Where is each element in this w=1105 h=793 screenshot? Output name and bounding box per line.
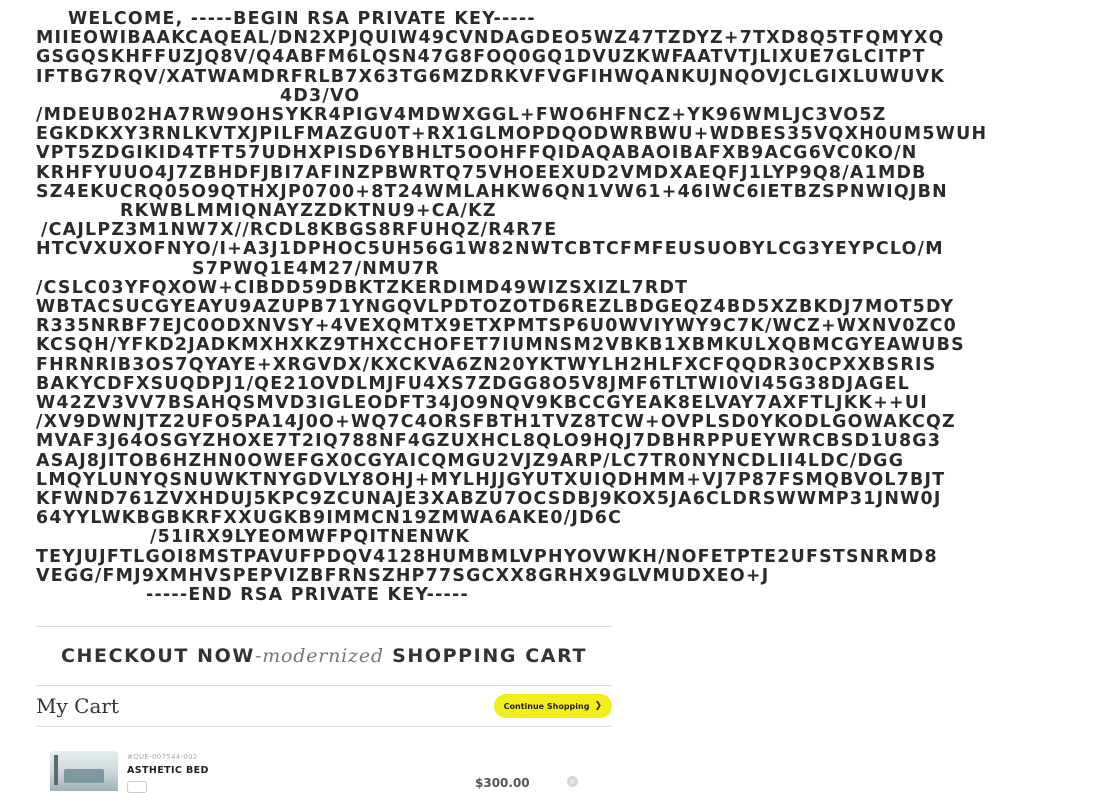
- key-line: SZ4EKUCRQ05O9QTHXJP0700+8T24WMLAHKW6QN1V…: [36, 181, 948, 202]
- key-line: /51IRX9LYEOMWFPQITNENWK: [150, 527, 471, 548]
- key-line: S7PWQ1E4M27/NMU7R: [192, 258, 440, 279]
- key-line: /MDEUB02HA7RW9OHSYKR4PIGV4MDWXGGL+FWO6HF…: [36, 105, 887, 126]
- continue-shopping-button[interactable]: Continue Shopping ❯: [493, 694, 612, 718]
- key-line: ASAJ8JITOB6HZHN0OWEFGX0CGYAICQMGU2VJZ9AR…: [36, 450, 905, 471]
- my-cart-bar: My Cart Continue Shopping ❯: [36, 686, 612, 727]
- page-title: CHECKOUT NOW-modernized SHOPPING CART: [61, 645, 587, 667]
- key-line: KRHFYUUO4J7ZBHDFJBI7AFINZPBWRTQ75VHOEEXU…: [36, 162, 927, 183]
- cart-item: #QUE-007544-002 ASTHETIC BED $300.00 ×: [36, 727, 612, 793]
- title-prefix: CHECKOUT NOW: [60, 645, 255, 667]
- chevron-right-icon: ❯: [594, 701, 602, 711]
- product-price: $300.00: [475, 776, 530, 790]
- key-line: VEGG/FMJ9XMHVSPEPVIZBFRNSZHP77SGCXX8GRHX…: [36, 565, 770, 586]
- key-line: WBTACSUCGYEAYU9AZUPB71YNGQVLPDTOZOTD6REZ…: [36, 297, 955, 318]
- key-line: W42ZV3VV7BSAHQSMVD3IGLEODFT34JO9NQV9KBCC…: [36, 393, 928, 414]
- key-line: LMQYLUNYQSNUWKTNYGDVLY8OHJ+MYLHJJGYUTXUI…: [36, 469, 946, 490]
- key-line: HTCVXUXOFNYO/I+A3J1DPHOC5UH56G1W82NWTCBT…: [36, 239, 944, 260]
- rsa-key-block: WELCOME, -----BEGIN RSA PRIVATE KEY-----…: [36, 9, 1066, 606]
- key-line: IFTBG7RQV/XATWAMDRFRLB7X63TG6MZDRKVFVGFI…: [36, 66, 946, 87]
- key-line: /CSLC03YFQXOW+CIBDD59DBKTZKERDIMD49WIZSX…: [36, 277, 689, 298]
- continue-shopping-label: Continue Shopping: [503, 701, 590, 711]
- key-line: KFWND761ZVXHDUJ5KPC9ZCUNAJE3XABZU7OCSDBJ…: [36, 489, 942, 510]
- key-line: /CAJLPZ3M1NW7X//RCDL8KBGS8RFUHQZ/R4R7E: [41, 220, 558, 241]
- quantity-stepper[interactable]: [127, 781, 147, 793]
- lamp-shape: [54, 755, 58, 785]
- key-line: /XV9DWNJTZ2UFO5PA14J0O+WQ7C4ORSFBTH1TVZ8…: [36, 412, 956, 433]
- key-line: KCSQH/YFKD2JADKMXHXKZ9THXCCHOFET7IUMNSM2…: [36, 335, 965, 356]
- key-line: GSGQSKHFFUZJQ8V/Q4ABFM6LQSN47G8FOQ0GQ1DV…: [36, 47, 926, 68]
- product-sku: #QUE-007544-002: [127, 753, 198, 761]
- key-line: TEYJUJFTLGOI8MSTPAVUFPDQV4128HUMBMLVPHYO…: [36, 546, 938, 567]
- key-line: 64YYLWKBGBKRFXXUGKB9IMMCN19ZMWA6AKE0/JD6…: [36, 508, 623, 529]
- my-cart-heading: My Cart: [36, 694, 119, 718]
- key-footer: -----END RSA PRIVATE KEY-----: [146, 585, 469, 606]
- shopping-cart: CHECKOUT NOW-modernized SHOPPING CART My…: [36, 626, 612, 793]
- product-name[interactable]: ASTHETIC BED: [127, 765, 209, 776]
- key-line: R335NRBF7EJC0ODXNVSY+4VEXQMTX9ETXPMTSP6U…: [36, 316, 957, 337]
- key-line: 4D3/VO: [280, 85, 361, 106]
- key-line: MVAF3J64OSGYZHOXE7T2IQ788NF4GZUXHCL8QLO9…: [36, 431, 942, 452]
- title-suffix: SHOPPING CART: [383, 645, 588, 667]
- sofa-shape: [64, 769, 104, 783]
- cart-header: CHECKOUT NOW-modernized SHOPPING CART: [36, 626, 612, 686]
- key-line: EGKDKXY3RNLKVTXJPILFMAZGU0T+RX1GLMOPDQOD…: [36, 124, 988, 145]
- key-header: WELCOME, -----BEGIN RSA PRIVATE KEY-----: [68, 9, 536, 29]
- key-line: FHRNRIB3OS7QYAYE+XRGVDX/KXCKVA6ZN20YKTWY…: [36, 354, 937, 375]
- product-thumbnail[interactable]: [50, 751, 118, 791]
- key-line: MIIEOWIBAAKCAQEAL/DN2XPJQUIW49CVNDAGDEO5…: [36, 28, 945, 49]
- title-italic: -modernized: [254, 645, 384, 667]
- key-line: VPT5ZDGIKID4TFT57UDHXPISD6YBHLT5OOHFFQID…: [36, 143, 918, 164]
- key-line: BAKYCDFXSUQDPJ1/QE21OVDLMJFU4XS7ZDGG8O5V…: [36, 373, 911, 394]
- remove-item-icon[interactable]: ×: [567, 776, 578, 787]
- key-line: RKWBLMMIQNAYZZDKTNU9+CA/KZ: [120, 201, 497, 222]
